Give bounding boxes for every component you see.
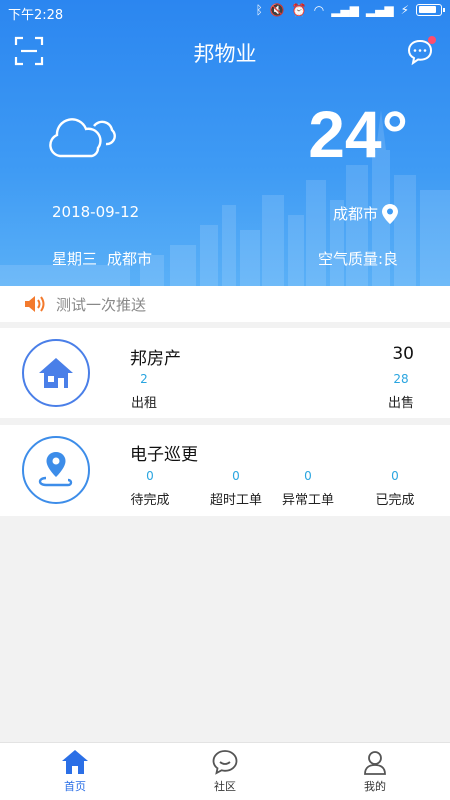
stat-value: 0 [232,469,240,483]
stat-label: 已完成 [375,493,415,508]
sale-stat[interactable]: 28 出售 [383,372,419,411]
patrol-stat-overdue[interactable]: 0 超时工单 [204,469,268,508]
temperature: 24° [308,97,408,171]
patrol-icon-circle [22,436,90,504]
stat-value: 0 [146,469,154,483]
chat-bubble-icon [212,750,238,775]
home-icon [62,750,88,774]
speaker-icon [25,296,45,312]
bottom-tab-bar: 首页 社区 我的 [0,742,450,800]
weekday-row: 星期三 成都市 [52,248,162,269]
rent-stat[interactable]: 2 出租 [126,372,162,411]
patrol-title: 电子巡更 [130,445,198,465]
page-title: 邦物业 [193,42,257,66]
alarm-icon: ⏰ [291,3,307,17]
air-quality: 空气质量:良 [317,250,398,268]
tab-home-label: 首页 [64,780,86,793]
patrol-stat-abnormal[interactable]: 0 异常工单 [276,469,340,508]
status-bar: 下午2:28 ᛒ 🔇 ⏰ ◠ ▂▄▆ ▂▄▆ ⚡ [0,0,450,24]
content-empty-area [0,516,450,742]
patrol-stat-completed[interactable]: 0 已完成 [369,469,421,508]
notice-bar[interactable]: 测试一次推送 [0,286,450,322]
house-icon [39,358,73,388]
bluetooth-icon: ᛒ [255,3,263,17]
location-route-icon [38,452,73,487]
battery-icon [416,4,445,16]
real-estate-title: 邦房产 [130,349,181,369]
stat-label: 超时工单 [209,493,262,508]
sale-label: 出售 [387,396,414,411]
notice-text: 测试一次推送 [56,295,147,314]
signal-icon: ▂▄▆ [331,3,359,17]
city-name: 成都市 [332,205,378,223]
stat-label: 待完成 [130,493,170,508]
weather-header: 下午2:28 ᛒ 🔇 ⏰ ◠ ▂▄▆ ▂▄▆ ⚡ 邦物业 24° 2018-09… [0,0,450,286]
real-estate-total: 30 [392,344,414,364]
message-button[interactable] [406,36,436,66]
user-icon [364,751,386,775]
status-icons: ᛒ 🔇 ⏰ ◠ ▂▄▆ ▂▄▆ ⚡ [255,3,445,17]
patrol-stat-pending[interactable]: 0 待完成 [122,469,178,508]
unread-badge [428,36,436,44]
weather-date: 2018-09-12 [52,203,140,221]
status-time: 下午2:28 [8,8,64,23]
stat-value: 0 [304,469,312,483]
signal-icon-2: ▂▄▆ [365,3,394,17]
house-icon-circle [22,339,90,407]
charging-icon: ⚡ [400,3,409,17]
tab-community[interactable]: 社区 [185,747,265,794]
stat-value: 0 [391,469,399,483]
tab-community-label: 社区 [214,780,236,793]
sale-count: 28 [393,372,409,386]
stat-label: 异常工单 [281,493,334,508]
location-selector[interactable]: 成都市 [333,203,398,224]
tab-mine[interactable]: 我的 [335,747,415,794]
city-label: 成都市 [107,250,153,268]
cloud-icon [49,118,116,158]
weekday: 星期三 [52,250,98,268]
patrol-card[interactable]: 电子巡更 0 待完成 0 超时工单 0 异常工单 0 已完成 [0,425,450,516]
tab-home[interactable]: 首页 [35,747,115,794]
real-estate-card[interactable]: 邦房产 30 2 出租 28 出售 [0,328,450,418]
mute-icon: 🔇 [269,3,285,17]
wifi-icon: ◠ [313,3,325,17]
location-pin-icon [382,203,398,224]
rent-label: 出租 [130,396,157,411]
rent-count: 2 [140,372,148,386]
tab-mine-label: 我的 [364,780,386,793]
